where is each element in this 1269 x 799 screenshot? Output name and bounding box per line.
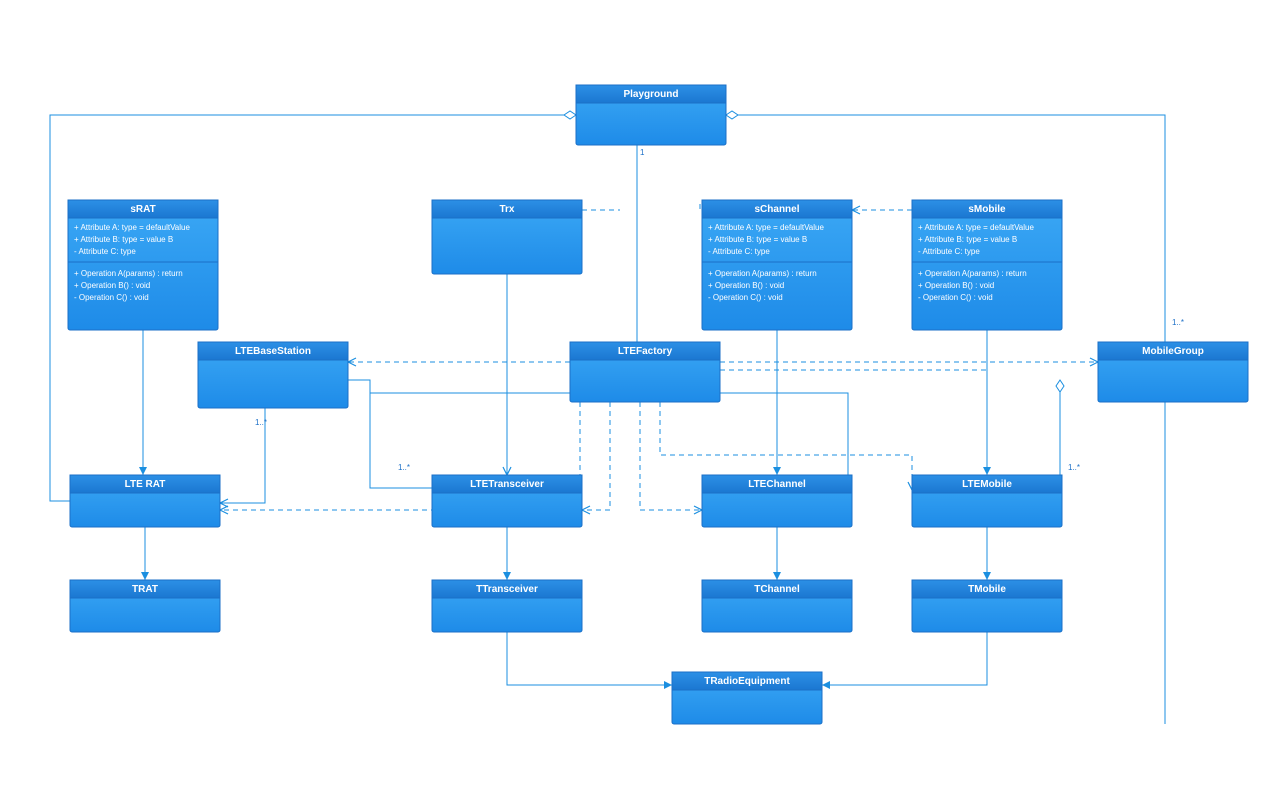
connector (640, 402, 702, 510)
class-title: LTEBaseStation (235, 346, 311, 357)
multiplicity-label: 1..* (398, 463, 410, 472)
class-LTEMobile: LTEMobile (912, 475, 1062, 527)
attribute: - Attribute C: type (918, 247, 980, 256)
class-title: LTEMobile (962, 479, 1012, 490)
class-title: LTETransceiver (470, 479, 544, 490)
class-TMobile: TMobile (912, 580, 1062, 632)
class-TChannel: TChannel (702, 580, 852, 632)
class-title: Trx (499, 204, 514, 215)
connector (1060, 380, 1062, 490)
class-title: TChannel (754, 584, 800, 595)
attribute: + Attribute A: type = defaultValue (74, 223, 190, 232)
class-title: sMobile (968, 204, 1006, 215)
class-LTEFactory: LTEFactory (570, 342, 720, 402)
operation: + Operation A(params) : return (74, 269, 183, 278)
class-Trx: Trx (432, 200, 582, 274)
class-LTE RAT: LTE RAT (70, 475, 220, 527)
operation: + Operation B() : void (708, 281, 784, 290)
class-TRadioEquipment: TRadioEquipment (672, 672, 822, 724)
class-MobileGroup: MobileGroup (1098, 342, 1248, 402)
class-LTETransceiver: LTETransceiver (432, 475, 582, 527)
attribute: + Attribute A: type = defaultValue (708, 223, 824, 232)
class-title: Playground (623, 89, 678, 100)
attribute: - Attribute C: type (74, 247, 136, 256)
operation: + Operation B() : void (918, 281, 994, 290)
class-TRAT: TRAT (70, 580, 220, 632)
class-title: TRadioEquipment (704, 676, 790, 687)
operation: - Operation C() : void (74, 293, 149, 302)
operation: - Operation C() : void (708, 293, 783, 302)
operation: + Operation A(params) : return (918, 269, 1027, 278)
class-title: sChannel (754, 204, 799, 215)
attribute: - Attribute C: type (708, 247, 770, 256)
class-LTEBaseStation: LTEBaseStation (198, 342, 348, 408)
class-title: TTransceiver (476, 584, 538, 595)
class-title: LTE RAT (125, 479, 166, 490)
class-title: LTEFactory (618, 346, 673, 357)
uml-diagram: 111..*1..*1..*1..* PlaygroundsRAT+ Attri… (0, 0, 1269, 799)
operation: + Operation A(params) : return (708, 269, 817, 278)
attribute: + Attribute B: type = value B (918, 235, 1017, 244)
class-sRAT: sRAT + Attribute A: type = defaultValue + … (68, 200, 218, 330)
class-LTEChannel: LTEChannel (702, 475, 852, 527)
class-title: LTEChannel (748, 479, 806, 490)
class-Playground: Playground (576, 85, 726, 145)
multiplicity-label: 1..* (1172, 318, 1184, 327)
attribute: + Attribute B: type = value B (708, 235, 807, 244)
attribute: + Attribute A: type = defaultValue (918, 223, 1034, 232)
connector (507, 632, 672, 685)
class-sChannel: sChannel + Attribute A: type = defaultVal… (702, 200, 852, 330)
operation: + Operation B() : void (74, 281, 150, 290)
multiplicity-label: 1 (640, 148, 645, 157)
class-title: sRAT (130, 204, 155, 215)
connector (582, 402, 610, 510)
multiplicity-label: 1..* (255, 418, 267, 427)
class-sMobile: sMobile + Attribute A: type = defaultValu… (912, 200, 1062, 330)
operation: - Operation C() : void (918, 293, 993, 302)
connector (822, 632, 987, 685)
class-title: TMobile (968, 584, 1006, 595)
class-TTransceiver: TTransceiver (432, 580, 582, 632)
attribute: + Attribute B: type = value B (74, 235, 173, 244)
class-title: MobileGroup (1142, 346, 1204, 357)
class-title: TRAT (132, 584, 158, 595)
multiplicity-label: 1..* (1068, 463, 1080, 472)
